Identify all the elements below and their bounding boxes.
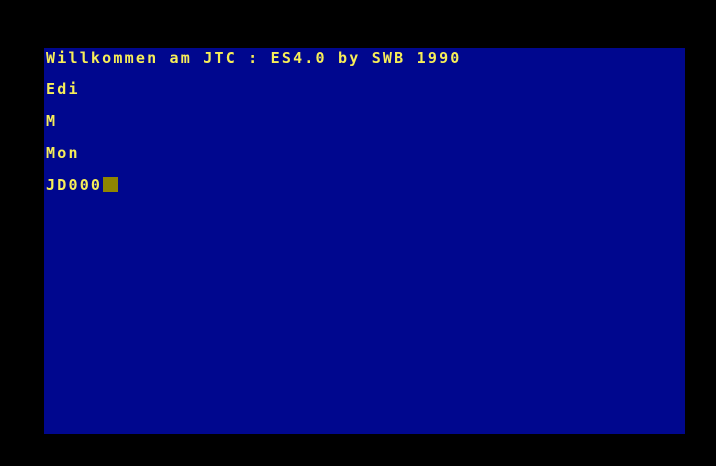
command-prompt-line[interactable]: JD000 [46, 175, 119, 195]
current-input-text: JD000 [46, 176, 103, 194]
terminal-screen[interactable]: Willkommen am JTC : ES4.0 by SWB 1990 Ed… [44, 48, 685, 434]
terminal-line-edi: Edi [46, 80, 80, 98]
terminal-line-mon: Mon [46, 144, 80, 162]
terminal-line-m: M [46, 112, 58, 130]
welcome-banner-line: Willkommen am JTC : ES4.0 by SWB 1990 [46, 49, 462, 67]
monitor-frame: Willkommen am JTC : ES4.0 by SWB 1990 Ed… [0, 0, 716, 466]
text-cursor [103, 177, 119, 192]
